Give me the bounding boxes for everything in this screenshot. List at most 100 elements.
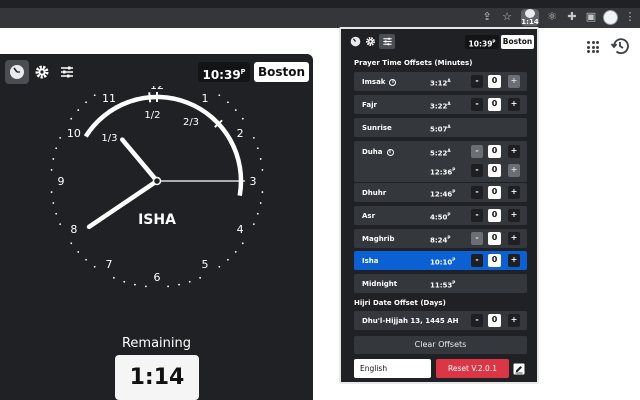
popup-settings-button[interactable] — [363, 34, 377, 48]
increment-button[interactable]: + — [508, 209, 520, 222]
popup-city-button[interactable]: Boston — [501, 35, 534, 49]
decrement-button[interactable]: - — [471, 75, 483, 88]
minute-tick — [252, 136, 255, 139]
minute-tick — [123, 280, 126, 283]
minute-tick — [52, 202, 55, 204]
remaining-label: Remaining — [121, 336, 192, 351]
increment-button[interactable]: + — [508, 75, 520, 88]
minute-tick — [252, 223, 255, 226]
prayer-times-extension-icon[interactable]: 1:14 — [521, 9, 539, 26]
minute-tick — [218, 265, 221, 268]
gear-icon — [35, 65, 49, 79]
puzzle-icon[interactable]: ✚ — [565, 10, 579, 24]
current-time: 10:39P — [198, 62, 250, 82]
offset-value[interactable]: 0 — [488, 254, 501, 267]
prayer-row-midnight: Midnight 11:53P — [354, 274, 527, 293]
prayer-time: 5:22A — [430, 148, 451, 158]
hour-number: 4 — [237, 223, 244, 236]
offset-value[interactable]: 0 — [488, 209, 501, 222]
minute-tick — [188, 280, 191, 283]
decrement-button[interactable]: - — [471, 145, 483, 158]
hour-number: 11 — [102, 92, 116, 105]
sliders-icon — [382, 37, 392, 46]
decrement-button[interactable]: - — [471, 164, 483, 177]
apps-grid-icon[interactable] — [587, 41, 599, 53]
minute-tick — [50, 169, 53, 171]
extension-panel: 10:39P Boston 1212345678910111/31/22/3IS… — [0, 54, 313, 400]
hour-number: 12 — [150, 86, 164, 92]
minute-tick — [59, 136, 62, 139]
reset-button[interactable]: Reset V.2.0.1 — [436, 359, 509, 378]
minute-tick — [77, 109, 80, 111]
offset-value[interactable]: 0 — [488, 75, 501, 88]
minute-tick — [85, 101, 87, 104]
arc-division-tick — [148, 92, 152, 103]
info-icon[interactable]: i — [389, 78, 397, 86]
prayer-row-isha: Isha 10:10P - 0 + — [354, 251, 527, 270]
clock-view-button[interactable] — [5, 60, 29, 84]
info-icon[interactable]: i — [386, 148, 394, 156]
offset-value[interactable]: 0 — [488, 145, 501, 158]
decrement-button[interactable]: - — [471, 186, 483, 199]
increment-button[interactable]: + — [508, 98, 520, 111]
edit-icon[interactable] — [513, 363, 525, 375]
star-icon[interactable]: ☆ — [500, 10, 514, 24]
prayer-time: 4:50P — [430, 212, 451, 222]
menu-icon[interactable]: ⋮ — [623, 10, 637, 24]
minute-tick — [178, 283, 180, 286]
increment-button[interactable]: + — [508, 314, 520, 327]
popup-clock-button[interactable] — [348, 34, 362, 48]
prayer-time: 10:10P — [430, 257, 456, 267]
history-icon[interactable] — [610, 36, 630, 56]
sliders-button[interactable] — [55, 60, 79, 84]
react-devtools-icon[interactable]: ⚛ — [545, 10, 559, 24]
minute-tick — [55, 147, 58, 150]
decrement-button[interactable]: - — [471, 254, 483, 267]
offset-value[interactable]: 0 — [488, 186, 501, 199]
decrement-button[interactable]: - — [471, 314, 483, 327]
decrement-button[interactable]: - — [471, 98, 483, 111]
offset-value[interactable]: 0 — [488, 164, 501, 177]
minute-tick — [227, 101, 229, 104]
minute-tick — [241, 242, 244, 245]
arc-label: 1/3 — [101, 133, 117, 144]
increment-button[interactable]: + — [508, 164, 520, 177]
gear-icon — [365, 36, 375, 46]
prayer-name: Midnight — [362, 280, 398, 288]
minute-tick — [134, 283, 136, 286]
hour-number: 6 — [154, 271, 161, 284]
side-panel-icon[interactable]: ▣ — [584, 10, 598, 24]
prayer-name: Dhuhr — [362, 189, 387, 197]
settings-button[interactable] — [30, 60, 54, 84]
minute-tick — [259, 202, 262, 204]
increment-button[interactable]: + — [508, 232, 520, 245]
city-button[interactable]: Boston — [254, 62, 309, 82]
remaining-time: 1:14 — [115, 355, 199, 400]
profile-avatar[interactable] — [603, 10, 618, 25]
hour-number: 2 — [237, 127, 244, 140]
decrement-button[interactable]: - — [471, 232, 483, 245]
clear-offsets-button[interactable]: Clear Offsets — [354, 336, 527, 354]
offset-value[interactable]: 0 — [488, 232, 501, 245]
minute-tick — [234, 109, 237, 111]
clock-icon — [10, 65, 24, 79]
popup-sliders-button[interactable] — [379, 34, 395, 49]
hour-hand — [120, 137, 160, 184]
increment-button[interactable]: + — [508, 145, 520, 158]
decrement-button[interactable]: - — [471, 209, 483, 222]
prayer-time: 12:46P — [430, 189, 456, 199]
minute-tick — [261, 169, 264, 171]
prayer-name: Imsak — [362, 78, 386, 86]
prayer-time: 11:53P — [430, 280, 456, 290]
offset-value[interactable]: 0 — [488, 314, 501, 327]
minute-tick — [256, 147, 259, 150]
prayer-name: Fajr — [362, 101, 377, 109]
increment-button[interactable]: + — [508, 186, 520, 199]
share-icon[interactable]: ⇪ — [480, 10, 494, 24]
offset-value[interactable]: 0 — [488, 98, 501, 111]
language-select[interactable]: English — [354, 359, 431, 378]
browser-tab-strip — [0, 0, 640, 8]
increment-button[interactable]: + — [508, 254, 520, 267]
prayer-name: Isha — [362, 257, 379, 265]
prayer-row-fajr: Fajr 3:22A - 0 + — [354, 95, 527, 114]
